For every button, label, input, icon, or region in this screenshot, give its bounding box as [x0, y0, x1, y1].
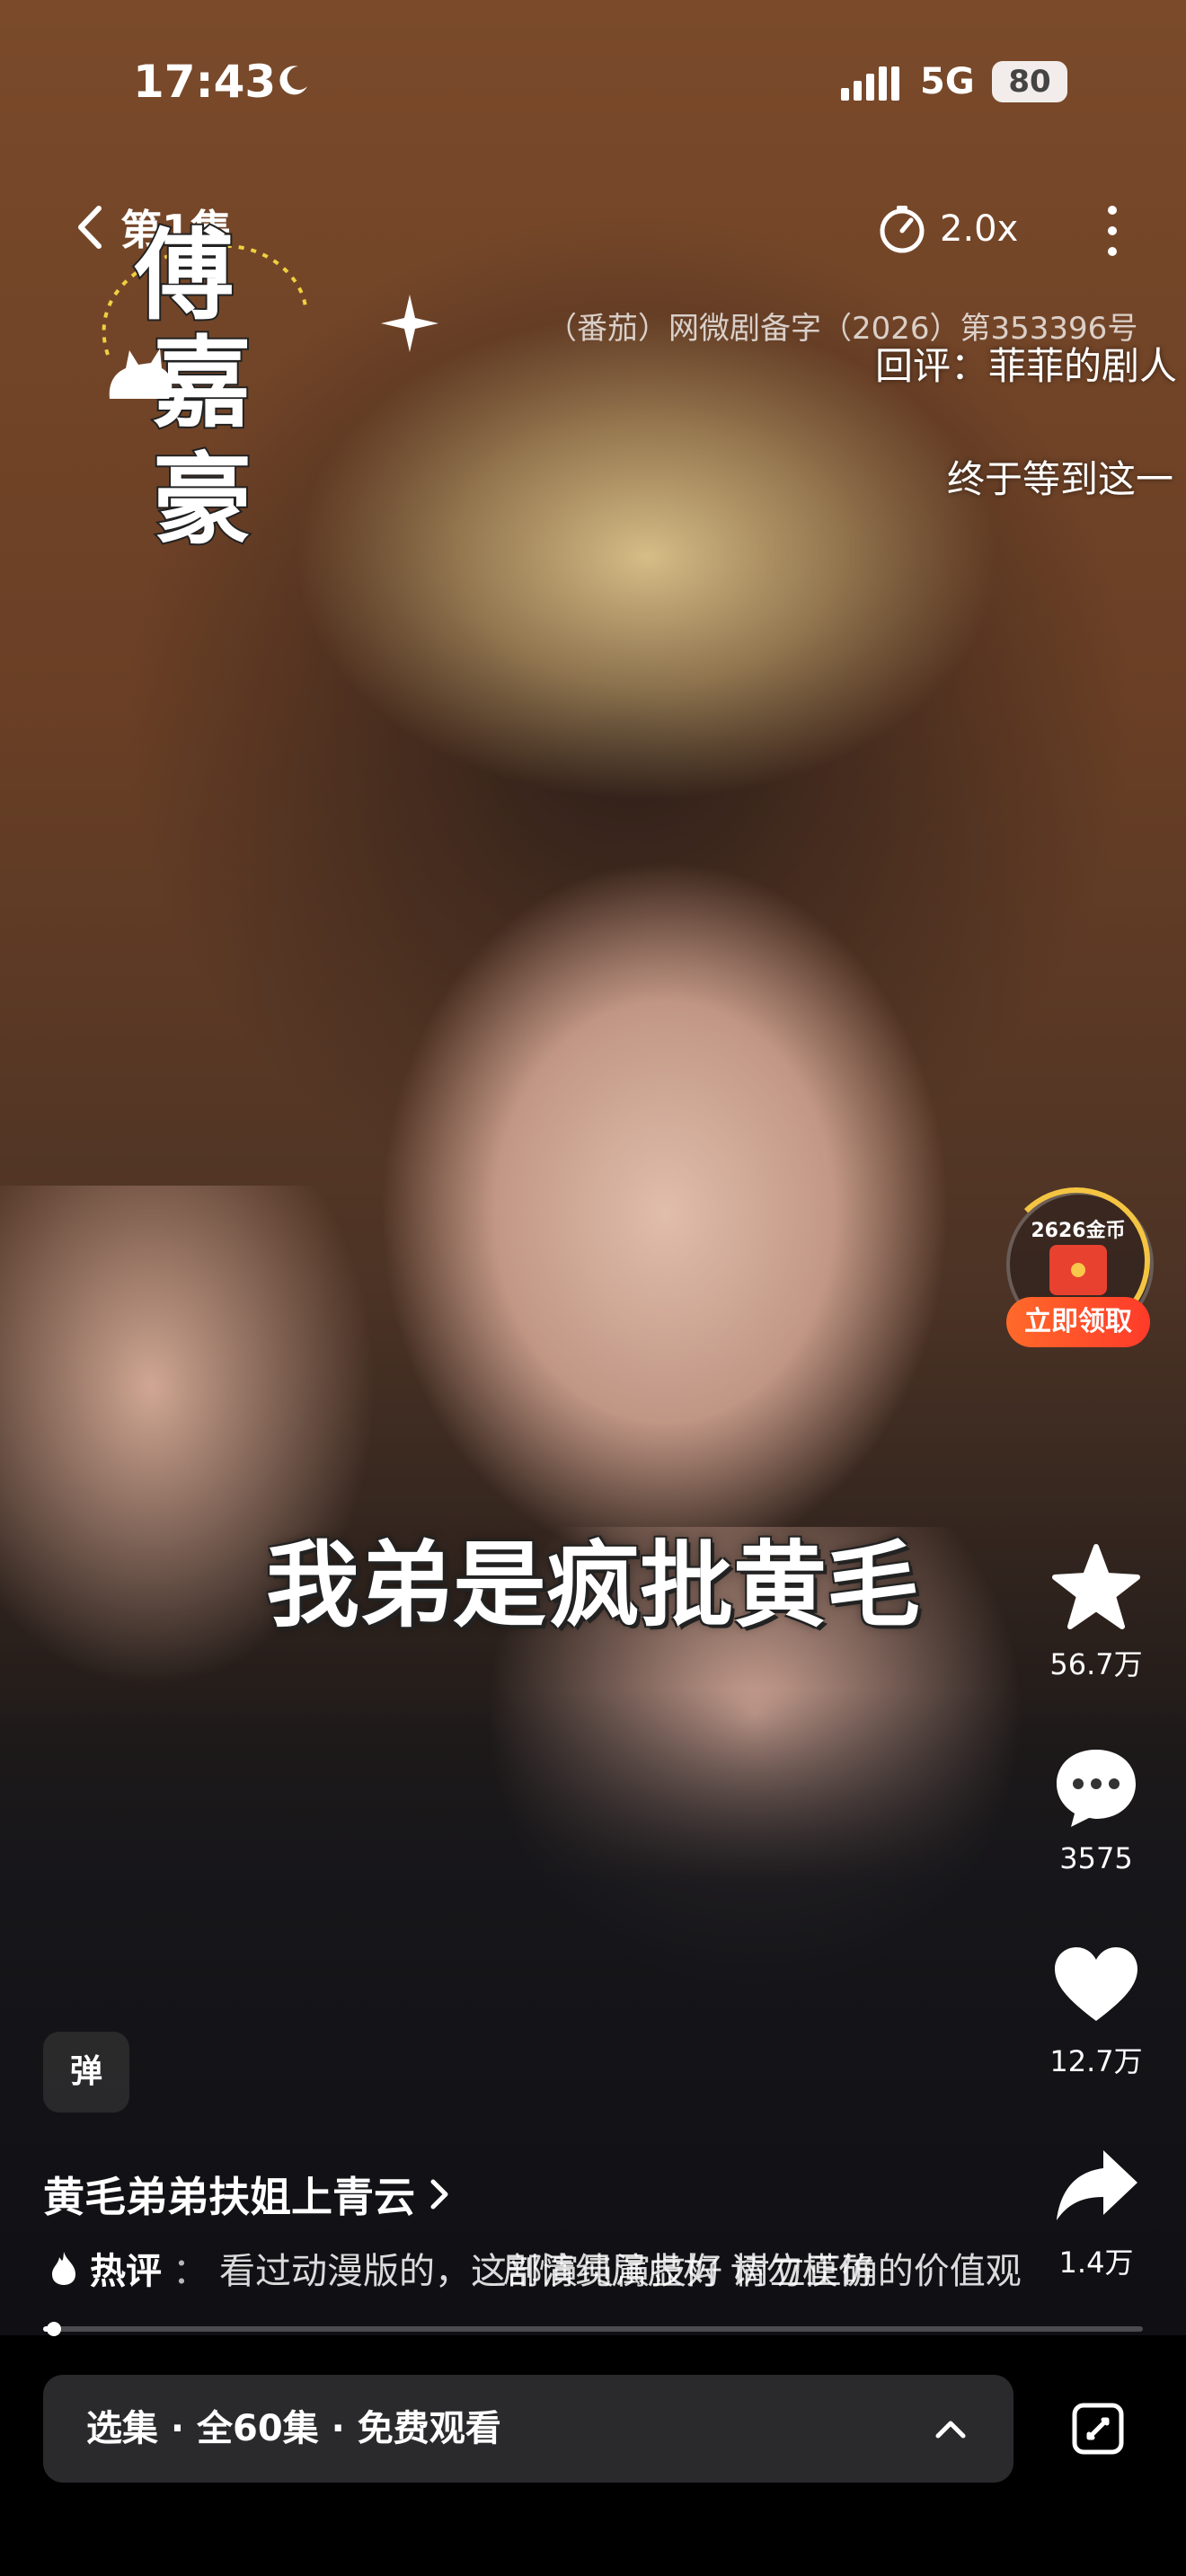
sparkle-icon [381, 295, 438, 352]
signal-icon [841, 66, 899, 101]
share-icon [1057, 2150, 1137, 2220]
episode-selector-bar[interactable]: 选集 · 全60集 · 免费观看 [43, 2375, 1013, 2483]
claim-coins-button[interactable]: 立即领取 [1006, 1297, 1150, 1347]
hot-comment-label: 热评 [90, 2251, 162, 2292]
heart-icon [1055, 1947, 1137, 2021]
star-icon [1052, 1544, 1140, 1629]
episode-selector-label: 选集 · 全60集 · 免费观看 [86, 2408, 501, 2449]
share-count: 1.4万 [1058, 2245, 1134, 2280]
status-time: 17:43 [133, 56, 277, 108]
chevron-right-icon [430, 2179, 448, 2210]
more-icon[interactable] [1094, 199, 1130, 262]
network-type: 5G [920, 61, 975, 102]
comment-count: 3575 [1059, 1841, 1133, 1875]
cat-icon [109, 348, 173, 399]
fiction-notice: 剧情纯属虚构 请勿模仿 [503, 2251, 874, 2292]
video-subtitle: 我弟是疯批黄毛 [265, 1531, 920, 1640]
playback-speed-button[interactable]: 2.0x [877, 198, 1018, 260]
svg-text:傅: 傅 [134, 217, 234, 333]
drama-title-link[interactable]: 黄毛弟弟扶姐上青云 [43, 2165, 453, 2224]
comment-button[interactable]: 3575 [1033, 1742, 1159, 1875]
battery-indicator: 80 [992, 61, 1067, 102]
red-envelope-icon [1049, 1245, 1107, 1295]
drama-title: 黄毛弟弟扶姐上青云 [43, 2173, 415, 2221]
favorite-button[interactable]: 56.7万 [1033, 1543, 1159, 1683]
like-button[interactable]: 12.7万 [1033, 1940, 1159, 2080]
flame-icon [52, 2252, 75, 2285]
danmaku-comment: 回评：菲菲的剧人 [875, 344, 1178, 388]
like-count: 12.7万 [1049, 2044, 1143, 2078]
speed-icon [880, 206, 925, 253]
fullscreen-icon[interactable] [1069, 2400, 1127, 2457]
svg-text:豪: 豪 [153, 442, 252, 558]
danmaku-toggle-button[interactable]: 弹 [43, 2032, 129, 2113]
share-button[interactable]: 1.4万 [1033, 2141, 1159, 2281]
playback-progress-bar[interactable] [43, 2322, 1143, 2336]
chevron-up-icon [935, 2421, 966, 2439]
moon-icon [279, 66, 307, 95]
comment-icon [1057, 1750, 1136, 1827]
danmaku-comment: 终于等到这一 [947, 457, 1174, 501]
video-frame-jacket [0, 1689, 1186, 2335]
coin-reward-widget[interactable]: 2626金币 立即领取 [1003, 1187, 1154, 1353]
coin-amount: 2626金币 [1031, 1220, 1126, 1242]
playback-speed-value: 2.0x [940, 208, 1019, 250]
hot-comment-colon: ： [173, 2251, 208, 2292]
favorite-count: 56.7万 [1049, 1647, 1143, 1681]
status-bar: 17:43 5G 80 [0, 56, 1186, 119]
